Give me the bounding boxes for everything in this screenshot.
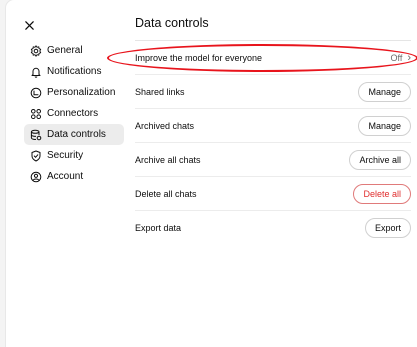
sidebar-item-personalization[interactable]: Personalization xyxy=(24,82,124,103)
sidebar-item-label: Connectors xyxy=(47,108,99,119)
improve-model-toggle[interactable]: Off › xyxy=(390,52,411,64)
manage-shared-links-button[interactable]: Manage xyxy=(358,81,411,102)
close-button[interactable] xyxy=(20,16,38,34)
setting-label: Shared links xyxy=(135,86,185,97)
archive-all-button[interactable]: Archive all xyxy=(349,149,411,170)
setting-label: Improve the model for everyone xyxy=(135,52,263,63)
account-icon xyxy=(30,171,42,183)
close-icon xyxy=(24,20,34,30)
page-title: Data controls xyxy=(135,16,209,30)
setting-label: Export data xyxy=(135,223,182,233)
sidebar-item-label: Security xyxy=(47,150,84,161)
setting-label: Delete all chats xyxy=(135,188,197,199)
sidebar-item-account[interactable]: Account xyxy=(24,166,124,187)
setting-value: Off xyxy=(390,52,403,63)
sidebar-item-connectors[interactable]: Connectors xyxy=(24,103,124,124)
chevron-right-icon: › xyxy=(407,51,411,64)
setting-row-shared-links: Shared links Manage xyxy=(135,75,411,109)
sidebar-item-label: Personalization xyxy=(47,87,116,98)
personalization-icon xyxy=(30,87,42,99)
setting-row-delete-all: Delete all chats Delete all xyxy=(135,177,411,211)
sidebar-item-label: Data controls xyxy=(47,129,106,140)
gear-icon xyxy=(30,44,42,57)
sidebar-item-label: Account xyxy=(47,171,84,182)
sidebar-item-label: Notifications xyxy=(47,66,102,77)
database-icon xyxy=(30,129,42,141)
setting-row-export: Export data Export xyxy=(135,211,411,245)
sidebar-item-notifications[interactable]: Notifications xyxy=(24,61,124,82)
delete-all-button[interactable]: Delete all xyxy=(353,183,411,204)
sidebar-item-security[interactable]: Security xyxy=(24,145,124,166)
setting-row-improve-model[interactable]: Improve the model for everyone Off › xyxy=(135,41,411,75)
setting-row-archive-all: Archive all chats Archive all xyxy=(135,143,411,177)
connectors-icon xyxy=(30,108,42,120)
export-button[interactable]: Export xyxy=(364,218,411,238)
security-icon xyxy=(30,150,42,162)
settings-sidebar: General Notifications Personalization Co… xyxy=(24,40,124,187)
setting-label: Archived chats xyxy=(135,120,195,131)
sidebar-item-general[interactable]: General xyxy=(24,40,124,61)
manage-archived-chats-button[interactable]: Manage xyxy=(358,115,411,136)
sidebar-item-data-controls[interactable]: Data controls xyxy=(24,124,124,145)
bell-icon xyxy=(30,66,42,78)
setting-row-archived-chats: Archived chats Manage xyxy=(135,109,411,143)
settings-dialog: General Notifications Personalization Co… xyxy=(6,0,417,347)
setting-label: Archive all chats xyxy=(135,154,201,165)
sidebar-item-label: General xyxy=(47,45,83,56)
